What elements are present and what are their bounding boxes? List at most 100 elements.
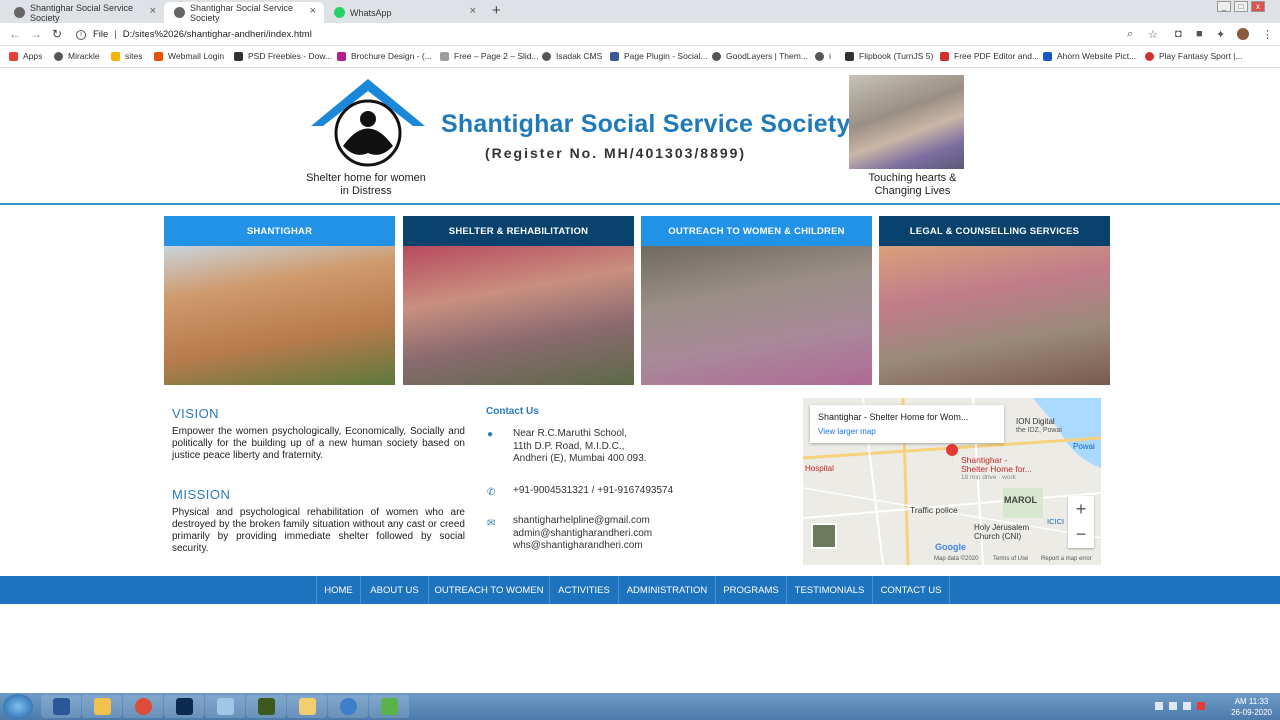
- email-link[interactable]: shantigharhelpline@gmail.com: [513, 515, 652, 528]
- tab-2[interactable]: Shantighar Social Service Society ×: [164, 2, 324, 23]
- card-title[interactable]: SHELTER & REHABILITATION: [403, 216, 634, 246]
- logo-caption: Shelter home for women in Distress: [306, 172, 426, 197]
- screenshot-icon[interactable]: ■: [1196, 28, 1203, 40]
- phone-number[interactable]: +91-9004531321 / +91-9167493574: [513, 485, 673, 498]
- close-tab-icon[interactable]: ×: [310, 5, 316, 17]
- system-clock[interactable]: AM 11:33 26-09-2020: [1231, 696, 1272, 718]
- card-shelter[interactable]: SHELTER & REHABILITATION: [403, 216, 634, 385]
- zoom-icon[interactable]: ⌕: [1127, 28, 1133, 41]
- bookmark-item[interactable]: Free PDF Editor and...: [940, 51, 1039, 61]
- start-button[interactable]: [3, 694, 33, 719]
- nav-activities[interactable]: ACTIVITIES: [550, 576, 619, 604]
- bookmark-item[interactable]: i: [815, 51, 831, 61]
- nav-contact-us[interactable]: CONTACT US: [873, 576, 950, 604]
- omnibox[interactable]: i File | D:/sites%2026/shantighar-andher…: [76, 26, 1166, 43]
- card-image[interactable]: [641, 246, 872, 385]
- taskbar-app[interactable]: [164, 695, 204, 718]
- url-text[interactable]: D:/sites%2026/shantighar-andheri/index.h…: [123, 29, 312, 40]
- bookmark-item[interactable]: Brochure Design - (...: [337, 51, 432, 61]
- nav-testimonials[interactable]: TESTIMONIALS: [787, 576, 873, 604]
- taskbar-app[interactable]: [205, 695, 245, 718]
- bookmark-icon: [712, 51, 721, 61]
- bookmark-apps[interactable]: Apps: [9, 51, 42, 61]
- taskbar-app[interactable]: [287, 695, 327, 718]
- address-line: Near R.C.Maruthi School,: [513, 428, 627, 439]
- bookmark-item[interactable]: PSD Freebies - Dow...: [234, 51, 332, 61]
- nav-home[interactable]: HOME: [316, 576, 361, 604]
- map-label: MAROL: [1004, 495, 1037, 505]
- nav-about-us[interactable]: ABOUT US: [361, 576, 429, 604]
- folder-icon: [298, 698, 316, 715]
- close-window-button[interactable]: x: [1251, 1, 1265, 12]
- taskbar-app[interactable]: [41, 695, 81, 718]
- bookmark-item[interactable]: Page Plugin - Social...: [610, 51, 708, 61]
- thunderbird-icon: [339, 698, 357, 715]
- zoom-in-button[interactable]: +: [1068, 496, 1094, 522]
- taskbar-app[interactable]: [82, 695, 122, 718]
- tab-1[interactable]: Shantighar Social Service Society ×: [4, 2, 164, 23]
- map-footer-link[interactable]: Report a map error: [1041, 556, 1092, 562]
- email-link[interactable]: admin@shantigharandheri.com: [513, 528, 652, 541]
- tray-volume-icon[interactable]: [1197, 702, 1205, 710]
- card-title[interactable]: OUTREACH TO WOMEN & CHILDREN: [641, 216, 872, 246]
- camera-icon[interactable]: ◘: [1175, 28, 1182, 40]
- close-tab-icon[interactable]: ×: [470, 5, 476, 17]
- maximize-button[interactable]: □: [1234, 1, 1248, 12]
- nav-outreach-to-women[interactable]: OUTREACH TO WOMEN: [429, 576, 550, 604]
- view-larger-map-link[interactable]: View larger map: [818, 427, 876, 436]
- card-title[interactable]: SHANTIGHAR: [164, 216, 395, 246]
- card-image[interactable]: [164, 246, 395, 385]
- nav-programs[interactable]: PROGRAMS: [716, 576, 787, 604]
- tray-arrow-icon[interactable]: [1155, 702, 1163, 710]
- taskbar-app[interactable]: [328, 695, 368, 718]
- card-legal[interactable]: LEGAL & COUNSELLING SERVICES: [879, 216, 1110, 385]
- satellite-toggle[interactable]: [811, 523, 837, 549]
- bookmark-item[interactable]: Isadak CMS: [542, 51, 602, 61]
- profile-avatar[interactable]: [1237, 28, 1249, 40]
- nav-administration[interactable]: ADMINISTRATION: [619, 576, 716, 604]
- new-tab-button[interactable]: +: [492, 2, 501, 19]
- bookmark-item[interactable]: GoodLayers | Them...: [712, 51, 808, 61]
- taskbar-app[interactable]: [369, 695, 409, 718]
- menu-icon[interactable]: ⋮: [1262, 28, 1273, 41]
- card-image[interactable]: [403, 246, 634, 385]
- vision-text: Empower the women psychologically, Econo…: [172, 426, 465, 461]
- bookmark-label: Free PDF Editor and...: [954, 51, 1040, 61]
- bookmark-item[interactable]: Flipbook (TurnJS 5): [845, 51, 933, 61]
- bookmark-item[interactable]: Play Fantasy Sport |...: [1145, 51, 1242, 61]
- reload-icon[interactable]: ↻: [52, 27, 62, 41]
- url-separator: |: [114, 29, 117, 40]
- bookmark-item[interactable]: sites: [111, 51, 142, 61]
- tray-network-icon[interactable]: [1169, 702, 1177, 710]
- apps-grid-icon: [9, 51, 18, 61]
- minimize-button[interactable]: _: [1217, 1, 1231, 12]
- taskbar-app[interactable]: [123, 695, 163, 718]
- info-icon[interactable]: i: [76, 29, 86, 40]
- bookmark-icon: [337, 51, 346, 61]
- bookmark-label: Page Plugin - Social...: [624, 51, 708, 61]
- map-label: Hospital: [805, 464, 834, 473]
- bookmark-star-icon[interactable]: ☆: [1148, 28, 1158, 41]
- close-tab-icon[interactable]: ×: [150, 5, 156, 17]
- forward-icon[interactable]: →: [30, 27, 42, 41]
- tab-title: Shantighar Social Service Society: [30, 2, 134, 23]
- taskbar-app[interactable]: [246, 695, 286, 718]
- bookmark-item[interactable]: Ahorn Website Pict...: [1043, 51, 1136, 61]
- tray-flag-icon[interactable]: [1183, 702, 1191, 710]
- back-icon[interactable]: ←: [9, 27, 21, 41]
- bookmark-item[interactable]: Webmail Login: [154, 51, 224, 61]
- shantighar-logo[interactable]: [303, 71, 433, 171]
- map-footer-link[interactable]: Terms of Use: [993, 556, 1028, 562]
- tab-3[interactable]: WhatsApp ×: [324, 2, 484, 23]
- card-image[interactable]: [879, 246, 1110, 385]
- zoom-out-button[interactable]: −: [1068, 522, 1094, 548]
- card-shantighar[interactable]: SHANTIGHAR: [164, 216, 395, 385]
- system-tray: [1155, 702, 1215, 712]
- card-title[interactable]: LEGAL & COUNSELLING SERVICES: [879, 216, 1110, 246]
- bookmark-item[interactable]: Free – Page 2 – Slid...: [440, 51, 539, 61]
- email-link[interactable]: whs@shantigharandheri.com: [513, 540, 652, 553]
- card-outreach[interactable]: OUTREACH TO WOMEN & CHILDREN: [641, 216, 872, 385]
- dropbox-icon: [1043, 51, 1052, 61]
- extensions-icon[interactable]: ✦: [1216, 28, 1225, 41]
- bookmark-item[interactable]: Mirackle: [54, 51, 100, 61]
